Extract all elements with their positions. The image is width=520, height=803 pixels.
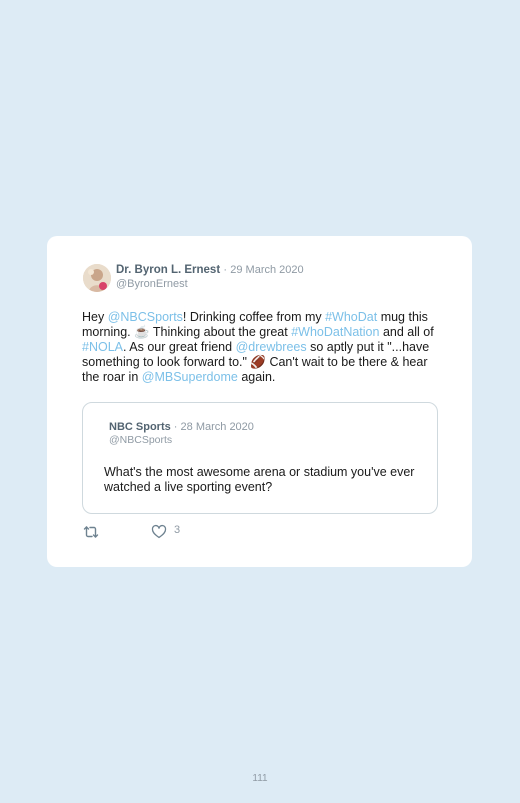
hashtag-link[interactable]: #WhoDatNation xyxy=(291,325,379,339)
separator-dot: · xyxy=(173,421,178,433)
author-name[interactable]: Dr. Byron L. Ernest · 29 March 2020 xyxy=(116,264,304,276)
author-avatar[interactable] xyxy=(83,264,111,292)
author-name-text[interactable]: Dr. Byron L. Ernest xyxy=(116,264,220,276)
hashtag-link[interactable]: #WhoDat xyxy=(325,310,377,324)
tweet-text-segment: Hey xyxy=(82,310,108,324)
tweet-date[interactable]: 29 March 2020 xyxy=(230,264,303,276)
heart-icon[interactable] xyxy=(151,524,167,540)
mention-link[interactable]: @MBSuperdome xyxy=(142,370,238,384)
tweet-text-segment: ! Drinking coffee from my xyxy=(182,310,326,324)
tweet-text-segment: and all of xyxy=(379,325,434,339)
mention-link[interactable]: @NBCSports xyxy=(108,310,183,324)
quoted-handle[interactable]: @NBCSports xyxy=(109,434,172,446)
quoted-author-name-text[interactable]: NBC Sports xyxy=(109,421,171,433)
quoted-tweet[interactable]: NBC Sports · 28 March 2020 @NBCSports Wh… xyxy=(82,402,438,514)
tweet-text-segment: . As our great friend xyxy=(123,340,236,354)
quoted-text: What's the most awesome arena or stadium… xyxy=(104,465,415,494)
mention-link[interactable]: @drewbrees xyxy=(236,340,307,354)
retweet-icon[interactable] xyxy=(83,524,99,540)
like-count: 3 xyxy=(174,524,181,536)
hashtag-link[interactable]: #NOLA xyxy=(82,340,123,354)
separator-dot: · xyxy=(223,264,228,276)
page-number: 111 xyxy=(252,773,268,784)
quoted-author-name[interactable]: NBC Sports · 28 March 2020 xyxy=(109,421,254,433)
tweet-card: Dr. Byron L. Ernest · 29 March 2020 @Byr… xyxy=(47,236,472,567)
quoted-date[interactable]: 28 March 2020 xyxy=(181,421,254,433)
author-handle[interactable]: @ByronErnest xyxy=(116,278,188,290)
tweet-text: Hey @NBCSports! Drinking coffee from my … xyxy=(82,310,444,385)
tweet-text-segment: again. xyxy=(237,370,276,384)
